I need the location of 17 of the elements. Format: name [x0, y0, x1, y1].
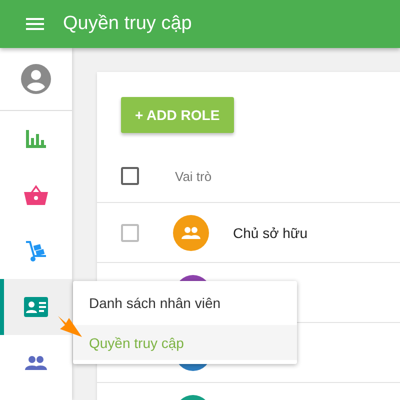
menu-item[interactable]: Danh sách nhân viên	[73, 281, 297, 325]
basket-icon	[24, 185, 48, 205]
id-card-icon	[24, 297, 48, 317]
hand-truck-icon	[25, 240, 47, 262]
select-all-checkbox[interactable]	[121, 167, 139, 185]
sidebar-item[interactable]	[0, 279, 72, 335]
page-title: Quyền truy cập	[63, 13, 192, 35]
user-avatar-icon[interactable]	[21, 64, 51, 94]
people-icon	[25, 356, 47, 370]
role-name: Chủ sở hữu	[233, 224, 308, 240]
menu-icon[interactable]	[26, 18, 44, 30]
arrow-icon	[57, 314, 83, 338]
bar-chart-icon	[26, 130, 46, 148]
add-role-button[interactable]: + ADD ROLE	[121, 97, 234, 133]
column-header: Vai trò	[175, 168, 212, 184]
group-icon	[181, 226, 201, 238]
row-checkbox[interactable]	[121, 224, 139, 242]
